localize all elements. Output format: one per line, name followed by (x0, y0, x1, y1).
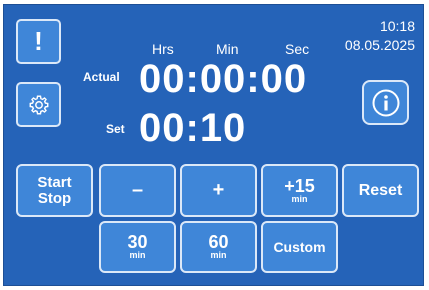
set-label: Set (106, 122, 125, 136)
preset-60-value: 60 (208, 232, 229, 252)
preset-30-value: 30 (127, 232, 148, 252)
hours-header: Hrs (152, 41, 174, 57)
start-stop-button[interactable]: Start Stop (16, 164, 93, 217)
timer-screen: ! 10:18 08.05.2025 Hrs Min Sec Actual 00… (3, 4, 424, 286)
plus-label: + (212, 179, 225, 201)
minutes-header: Min (216, 41, 239, 57)
actual-label: Actual (83, 70, 120, 84)
info-button[interactable] (362, 80, 409, 125)
preset-30-content: 30 min (127, 232, 148, 260)
add-15-unit: min (291, 193, 308, 204)
alert-button[interactable]: ! (16, 19, 61, 64)
preset-30-unit: min (129, 250, 146, 260)
exclamation-icon: ! (34, 26, 43, 56)
preset-60-unit: min (210, 250, 227, 260)
reset-label: Reset (358, 181, 403, 199)
custom-button[interactable]: Custom (261, 221, 338, 273)
preset-60-content: 60 min (208, 232, 229, 260)
minus-label: – (131, 179, 144, 201)
preset-60-min-button[interactable]: 60 min (180, 221, 257, 273)
preset-30-min-button[interactable]: 30 min (99, 221, 176, 273)
stop-label: Stop (37, 189, 72, 207)
plus-button[interactable]: + (180, 164, 257, 217)
clock-date: 08.05.2025 (344, 37, 415, 53)
add-15-min-button[interactable]: +15 min (261, 164, 338, 217)
clock-time: 10:18 (379, 18, 415, 34)
start-label: Start (37, 173, 72, 191)
start-stop-label: Start Stop (37, 173, 72, 207)
settings-button[interactable] (16, 82, 61, 127)
reset-button[interactable]: Reset (342, 164, 419, 217)
add-15-value: +15 (284, 175, 315, 196)
add-15-min-content: +15 min (284, 175, 315, 204)
gear-icon (29, 95, 48, 114)
actual-time-value: 00:00:00 (139, 57, 308, 101)
custom-label: Custom (273, 239, 326, 255)
seconds-header: Sec (285, 41, 310, 57)
set-time-value: 00:10 (139, 106, 247, 150)
info-icon (372, 89, 399, 116)
minus-button[interactable]: – (99, 164, 176, 217)
